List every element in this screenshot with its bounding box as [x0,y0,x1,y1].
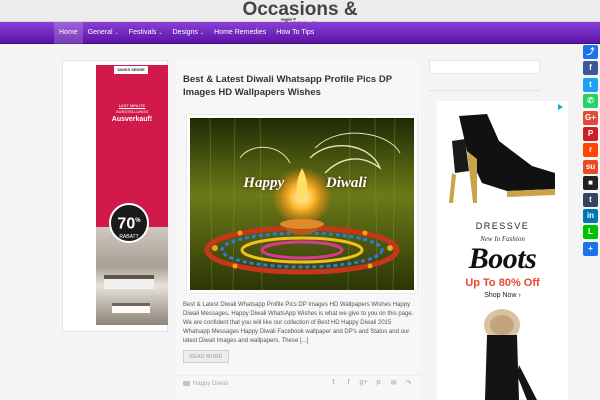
badge-number: 70 [117,215,136,233]
delicious-icon[interactable]: ■ [583,176,598,191]
main-nav: Home General ⌄ Festivals ⌄ Designs ⌄ Home Remed… [0,22,600,44]
ad-left-bed-image-2 [112,303,150,313]
ad-left-discount-badge: 70% RABATT [109,203,149,243]
ad-right-offer: Up To 80% Off [465,277,540,289]
nav-item-label: General [87,29,113,36]
pinterest-icon[interactable]: p [374,379,383,387]
whatsapp-icon[interactable]: ✆ [583,94,598,109]
ad-right-cta[interactable]: Shop Now › [437,292,568,299]
ad-left-promo: LAST MINUTE AUSSTELLUNGS Ausverkauf! [96,103,168,123]
google-plus-icon[interactable]: G+ [583,110,598,125]
facebook-icon[interactable]: f [583,61,598,76]
post-meta: Happy Diwali t f g+ p ✉ ↷ [175,375,421,389]
post-title[interactable]: Best & Latest Diwali Whatsapp Profile Pi… [183,73,418,99]
nav-item-label: Festivals [128,29,157,36]
adchoices-icon[interactable] [556,102,566,111]
linkedin-icon[interactable]: in [583,209,598,223]
diwali-image [190,118,414,290]
chevron-down-icon: ⌄ [199,30,205,36]
post-excerpt: Best & Latest Diwali Whatsapp Profile Pi… [183,302,414,344]
nav-item-festivals[interactable]: Festivals ⌄ [124,22,168,44]
nav-item-home-remedies[interactable]: Home Remedies [209,22,271,44]
post-category[interactable]: Happy Diwali [183,381,228,387]
chevron-down-icon: ⌄ [114,30,119,36]
nav-item-home[interactable]: Home [54,22,83,44]
line-icon[interactable]: L [583,225,598,240]
site-header: Occasions & Tips [0,0,600,37]
ad-left-promo-line3: Ausverkauf! [111,116,153,123]
read-more-button[interactable]: READ MORE [183,350,229,363]
nav-item-label: Home [59,29,78,36]
ad-right-headline: Boots [468,242,537,275]
email-icon[interactable]: ✉ [389,379,398,387]
nav-item-designs[interactable]: Designs ⌄ [168,22,210,44]
chevron-down-icon: ⌄ [158,30,163,36]
site-title[interactable]: Occasions & Tips [0,0,600,37]
post-featured-image[interactable]: Happy Diwali [187,115,417,293]
more-share-icon[interactable]: + [583,241,598,256]
badge-unit: % [135,218,141,224]
image-caption: Happy Diwali [243,175,367,191]
ad-right-banner[interactable]: DRESSVE New In Fashion Boots Up To 80% O… [437,101,568,400]
tumblr-icon[interactable]: t [583,192,598,207]
nav-item-general[interactable]: General ⌄ [83,22,124,44]
nav-item-how-to-tips[interactable]: How To Tips [271,22,319,44]
badge-label: RABATT [119,234,139,241]
nav-item-label: Designs [172,29,198,36]
google-plus-icon[interactable]: g+ [359,379,368,387]
twitter-icon[interactable]: t [329,379,338,387]
nav-item-label: Home Remedies [214,29,267,36]
share-icon[interactable]: ↷ [404,379,413,387]
stumbleupon-icon[interactable]: su [583,159,598,174]
folder-icon [183,381,190,386]
ad-right-boot-image [449,114,555,203]
right-sidebar-divider [429,90,540,91]
twitter-icon[interactable]: t [583,77,598,92]
ad-left-banner[interactable]: SWISS SENSE LAST MINUTE AUSSTELLUNGS Aus… [96,65,168,325]
ad-left-promo-line2: AUSSTELLUNGS [115,109,148,114]
post-share-icons: t f g+ p ✉ ↷ [329,379,413,387]
facebook-icon[interactable]: f [344,379,353,387]
nav-list: Home General ⌄ Festivals ⌄ Designs ⌄ Home Remed… [54,22,319,44]
ad-right-heel-image [484,309,537,400]
share-icon[interactable]: ⤴ [583,45,598,59]
ad-right-brand: DRESSVE [475,221,530,231]
nav-item-label: How To Tips [276,29,315,36]
reddit-icon[interactable]: r [583,143,598,158]
ad-left-brand: SWISS SENSE [114,66,148,74]
right-sidebar-widget [429,60,540,74]
post-card: Best & Latest Diwali Whatsapp Profile Pi… [175,60,421,400]
page: Occasions & Tips HomeGeneral⌄Festivals⌄D… [0,0,600,400]
pinterest-icon[interactable]: P [583,127,598,141]
ad-left-bed-image [104,275,154,289]
category-label[interactable]: Happy Diwali [193,381,228,387]
